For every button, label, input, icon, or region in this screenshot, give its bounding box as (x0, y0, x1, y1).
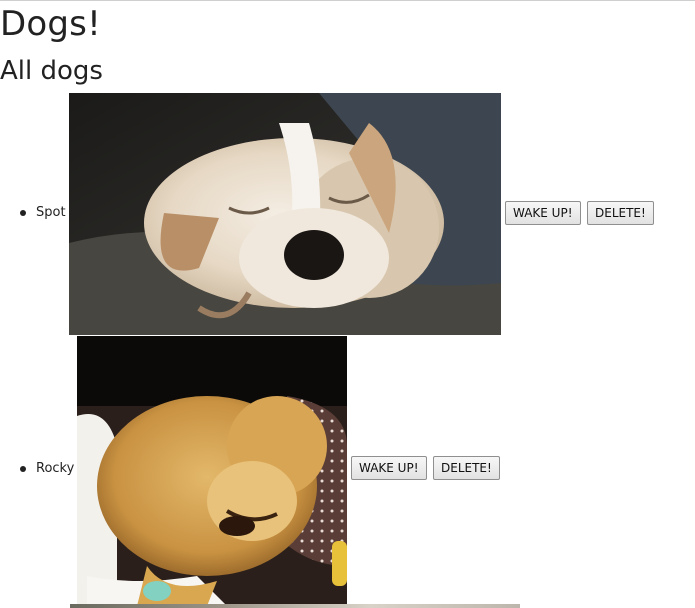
dog-photo-partial (70, 604, 520, 608)
page-title: Dogs! (0, 4, 101, 44)
delete-button[interactable]: DELETE! (433, 456, 500, 480)
wake-up-button[interactable]: WAKE UP! (351, 456, 427, 480)
dog-name: Rocky (36, 461, 75, 476)
dog-name: Spot (36, 205, 66, 220)
dog-photo (69, 93, 501, 335)
top-divider (0, 0, 695, 1)
delete-button[interactable]: DELETE! (587, 201, 654, 225)
wake-up-button[interactable]: WAKE UP! (505, 201, 581, 225)
dog-photo (77, 336, 347, 606)
section-heading: All dogs (0, 56, 103, 86)
list-bullet (20, 466, 26, 472)
list-bullet (20, 210, 26, 216)
